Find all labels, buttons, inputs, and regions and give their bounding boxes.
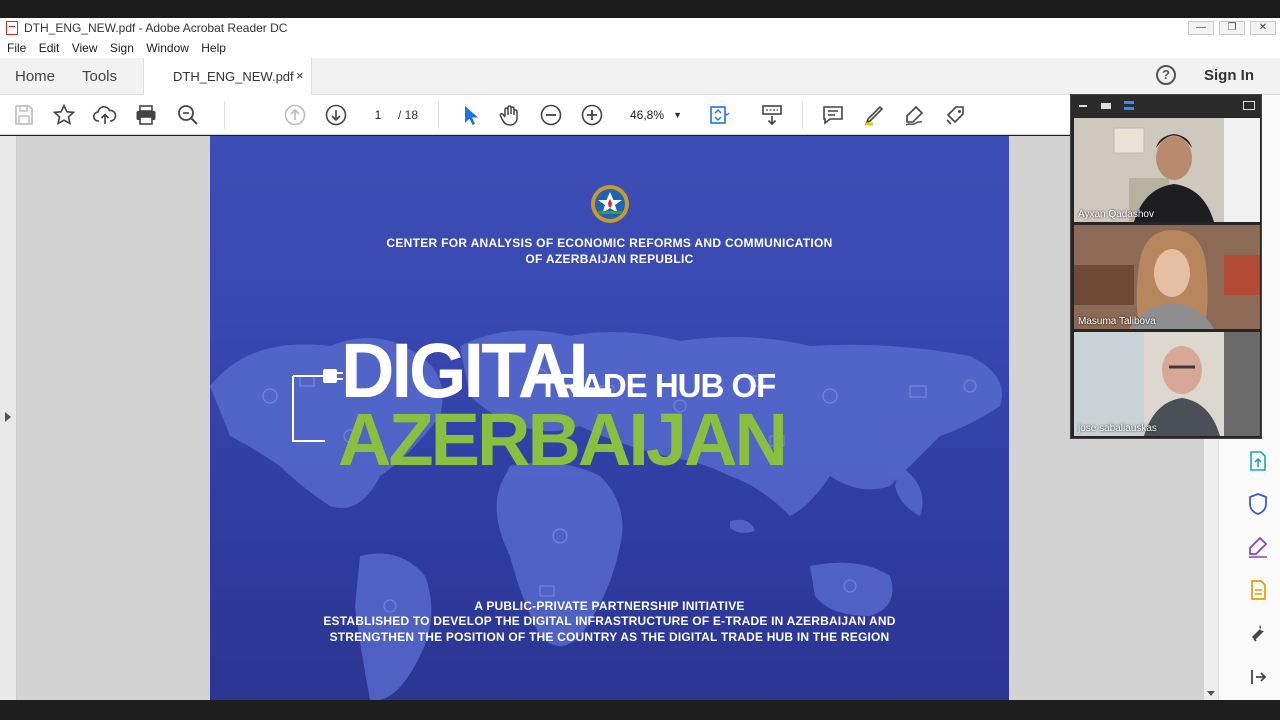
scroll-down-icon[interactable] <box>1207 691 1215 696</box>
tab-document[interactable]: DTH_ENG_NEW.pdf × <box>143 58 312 95</box>
hand-icon[interactable] <box>498 103 522 127</box>
sign-icon[interactable] <box>903 103 927 127</box>
participant-name-3: jose sabaliauskas <box>1078 423 1157 434</box>
print-icon[interactable] <box>134 103 158 127</box>
top-black-bar <box>0 0 1280 18</box>
gallery-view-icon[interactable] <box>1124 101 1134 110</box>
tools-more-icon[interactable] <box>1246 621 1270 645</box>
zoom-in-icon[interactable] <box>580 103 604 127</box>
menu-view[interactable]: View <box>72 39 98 58</box>
participant-name-1: Ayxan Qadashov <box>1078 209 1154 220</box>
menu-window[interactable]: Window <box>146 39 189 58</box>
tab-home[interactable]: Home <box>15 68 55 85</box>
participant-video-2 <box>1074 225 1260 329</box>
help-icon[interactable]: ? <box>1156 65 1176 85</box>
footer-line-3: STRENGTHEN THE POSITION OF THE COUNTRY A… <box>329 630 890 644</box>
export-pdf-icon[interactable] <box>1246 449 1270 473</box>
more-tools-icon[interactable] <box>944 103 968 127</box>
highlight-icon[interactable] <box>862 103 886 127</box>
menu-file[interactable]: File <box>7 39 26 58</box>
document-tab-label: DTH_ENG_NEW.pdf <box>173 69 294 84</box>
bottom-black-bar <box>0 700 1280 720</box>
zoom-out-icon[interactable] <box>539 103 563 127</box>
scroll-mode-icon[interactable] <box>760 103 784 127</box>
search-icon[interactable] <box>176 103 200 127</box>
select-cursor-icon[interactable] <box>457 103 481 127</box>
tab-bar: Home Tools DTH_ENG_NEW.pdf × ? Sign In <box>0 58 1280 95</box>
close-window-button[interactable]: ✕ <box>1250 21 1276 35</box>
video-call-header <box>1071 95 1261 117</box>
menu-help[interactable]: Help <box>201 39 226 58</box>
pdf-app-icon <box>6 21 18 35</box>
next-page-icon[interactable] <box>324 103 348 127</box>
protect-icon[interactable] <box>1246 492 1270 516</box>
window-title: DTH_ENG_NEW.pdf - Adobe Acrobat Reader D… <box>24 21 288 35</box>
participant-video-1 <box>1074 118 1260 222</box>
comment-icon[interactable] <box>821 103 845 127</box>
chevron-down-icon: ▼ <box>673 110 682 120</box>
speaker-view-icon[interactable] <box>1101 103 1111 109</box>
cable-plug-graphic <box>292 369 343 442</box>
azerbaijan-emblem <box>591 185 629 223</box>
minimize-button[interactable]: — <box>1188 21 1214 35</box>
title-bar: DTH_ENG_NEW.pdf - Adobe Acrobat Reader D… <box>0 18 1280 39</box>
participant-tile-2[interactable]: Masuma Talibova <box>1074 225 1260 329</box>
exit-fullscreen-icon[interactable] <box>1243 101 1255 110</box>
upload-icon[interactable] <box>92 103 117 127</box>
org-name-line-2: OF AZERBAIJAN REPUBLIC <box>525 252 694 266</box>
zoom-select[interactable]: 46,8% ▼ <box>620 104 688 126</box>
page-total: / 18 <box>398 108 419 122</box>
menu-edit[interactable]: Edit <box>39 39 60 58</box>
video-call-window[interactable]: Ayxan Qadashov Masuma Talibova jose saba… <box>1070 94 1262 439</box>
footer-line-2: ESTABLISHED TO DEVELOP THE DIGITAL INFRA… <box>323 614 896 628</box>
prev-page-icon[interactable] <box>283 103 307 127</box>
participant-tile-3[interactable]: jose sabaliauskas <box>1074 332 1260 436</box>
menu-bar: File Edit View Sign Window Help <box>0 39 1280 58</box>
org-name-line-1: CENTER FOR ANALYSIS OF ECONOMIC REFORMS … <box>386 236 833 250</box>
menu-sign[interactable]: Sign <box>110 39 134 58</box>
zoom-value: 46,8% <box>630 108 665 122</box>
collapse-panel-icon[interactable] <box>1246 665 1270 689</box>
minimize-icon[interactable] <box>1079 105 1087 107</box>
sign-in-button[interactable]: Sign In <box>1204 67 1254 84</box>
footer-line-1: A PUBLIC-PRIVATE PARTNERSHIP INITIATIVE <box>474 599 745 613</box>
participant-tile-1[interactable]: Ayxan Qadashov <box>1074 118 1260 222</box>
pdf-page: CENTER FOR ANALYSIS OF ECONOMIC REFORMS … <box>210 136 1009 700</box>
close-tab-icon[interactable]: × <box>296 68 304 83</box>
fit-page-icon[interactable] <box>707 103 731 127</box>
fill-sign-icon[interactable] <box>1246 535 1270 559</box>
document-viewport[interactable]: CENTER FOR ANALYSIS OF ECONOMIC REFORMS … <box>0 136 1218 700</box>
participant-name-2: Masuma Talibova <box>1078 316 1156 327</box>
page-number-input[interactable]: 1 <box>364 104 392 126</box>
restore-button[interactable]: ❐ <box>1219 21 1245 35</box>
expand-panel-icon[interactable] <box>5 412 11 422</box>
left-navigation-strip[interactable] <box>0 136 17 700</box>
title-azerbaijan: AZERBAIJAN <box>338 398 788 481</box>
tab-tools[interactable]: Tools <box>82 68 117 85</box>
save-icon[interactable] <box>12 103 36 127</box>
participant-video-3 <box>1074 332 1260 436</box>
organize-icon[interactable] <box>1246 578 1270 602</box>
star-icon[interactable] <box>52 103 76 127</box>
